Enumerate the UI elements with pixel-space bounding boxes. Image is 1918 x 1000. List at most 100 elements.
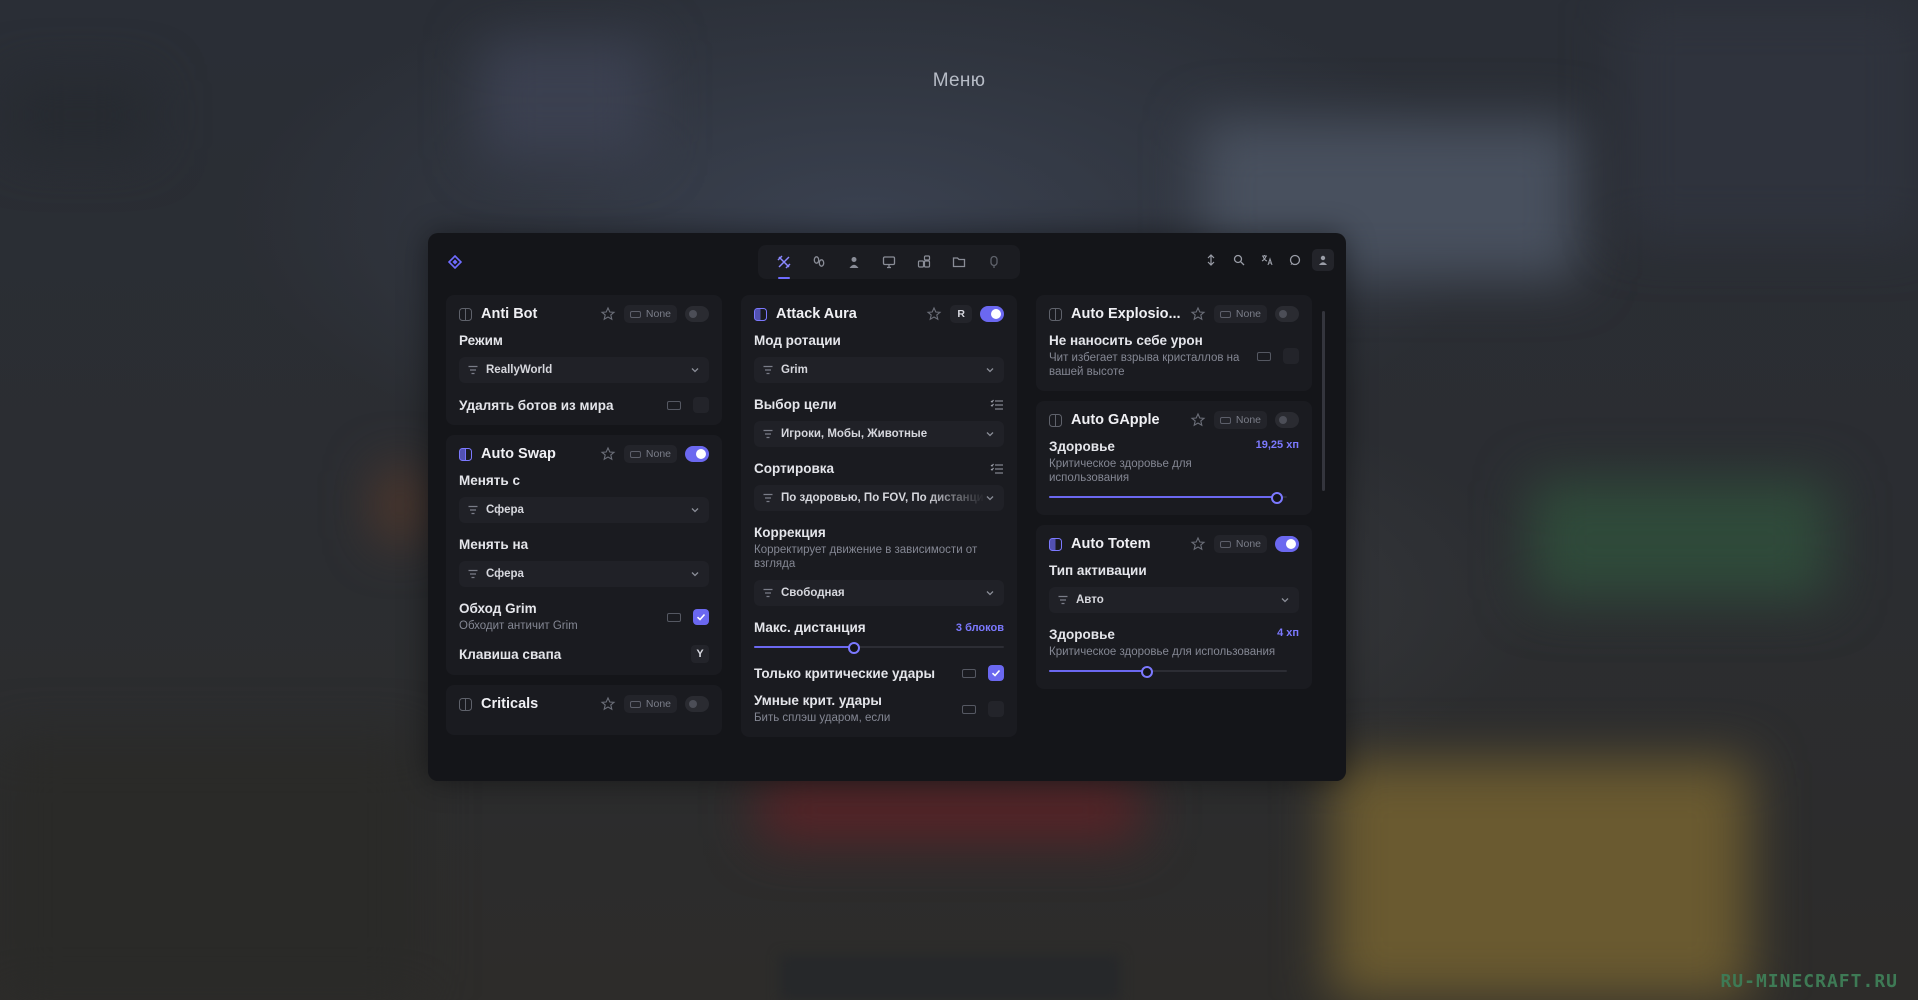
keyboard-icon — [1257, 351, 1271, 361]
keybind-button[interactable]: None — [623, 305, 677, 323]
grim-bypass-checkbox[interactable] — [693, 609, 709, 625]
setting-label: Мод ротации — [754, 333, 841, 348]
favorite-star-icon[interactable] — [600, 446, 616, 462]
target-dropdown[interactable]: Игроки, Мобы, Животные — [754, 421, 1004, 447]
module-state-icon — [1049, 537, 1062, 551]
health-slider[interactable] — [1049, 491, 1287, 504]
module-toggle[interactable] — [685, 446, 709, 462]
mode-dropdown[interactable]: ReallyWorld — [459, 357, 709, 383]
distance-value: 3 блоков — [955, 621, 1004, 634]
keyboard-icon — [1219, 540, 1231, 548]
module-name[interactable]: Auto Swap — [481, 446, 600, 462]
chevron-down-icon — [986, 432, 994, 437]
filter-icon — [1058, 595, 1068, 605]
module-state-icon — [1049, 413, 1062, 427]
chevron-down-icon — [1281, 598, 1289, 603]
filter-icon — [468, 569, 478, 579]
favorite-star-icon[interactable] — [1190, 536, 1206, 552]
keyboard-icon — [629, 450, 641, 458]
module-card-criticals: Criticals None — [446, 685, 722, 735]
slider-knob[interactable] — [848, 642, 860, 654]
player-icon[interactable] — [842, 250, 866, 274]
distance-slider[interactable] — [754, 641, 1004, 654]
module-column-1: Anti Bot None Режим ReallyWorld Удалять … — [446, 295, 722, 745]
module-card-auto-explosion: Auto Explosio... None Не наносить себе у… — [1036, 295, 1312, 391]
keybind-button[interactable]: R — [950, 305, 972, 323]
module-toggle[interactable] — [1275, 412, 1299, 428]
profile-icon[interactable] — [1312, 249, 1334, 271]
setting-description: Бить сплэш ударом, если — [754, 712, 891, 724]
slider-knob[interactable] — [1140, 666, 1153, 678]
search-icon[interactable] — [1228, 249, 1250, 271]
folder-icon[interactable] — [947, 250, 971, 274]
keyboard-icon — [667, 400, 681, 410]
module-state-icon — [459, 307, 472, 321]
multiselect-icon — [990, 463, 1003, 474]
setting-label: Здоровье — [1049, 627, 1115, 642]
setting-label: Сортировка — [754, 461, 835, 476]
only-crits-checkbox[interactable] — [988, 665, 1004, 681]
scrollbar[interactable] — [1322, 311, 1325, 491]
module-name[interactable]: Auto Totem — [1071, 536, 1190, 552]
movement-icon[interactable] — [807, 250, 831, 274]
setting-description: Критическое здоровье для использования — [1049, 458, 1192, 484]
render-icon[interactable] — [877, 250, 901, 274]
setting-label: Режим — [459, 333, 503, 348]
module-name[interactable]: Criticals — [481, 696, 600, 712]
rotation-dropdown[interactable]: Grim — [754, 357, 1004, 383]
setting-label: Клавиша свапа — [459, 646, 562, 662]
module-card-auto-gapple: Auto GApple None Здоровье Критическое зд… — [1036, 401, 1312, 515]
keyboard-icon — [1219, 416, 1231, 424]
slider-knob[interactable] — [1271, 492, 1284, 504]
module-toggle[interactable] — [685, 696, 709, 712]
favorite-star-icon[interactable] — [600, 306, 616, 322]
keybind-button[interactable]: None — [1213, 305, 1267, 323]
favorite-star-icon[interactable] — [1190, 412, 1206, 428]
favorite-star-icon[interactable] — [1190, 306, 1206, 322]
module-name[interactable]: Auto Explosio... — [1071, 306, 1190, 322]
toolbar — [1200, 249, 1334, 271]
sort-dropdown[interactable]: По здоровью, По FOV, По дистанции — [754, 485, 1004, 511]
script-icon[interactable] — [982, 250, 1006, 274]
client-menu-panel: Anti Bot None Режим ReallyWorld Удалять … — [428, 233, 1346, 781]
chat-icon[interactable] — [1284, 249, 1306, 271]
filter-icon — [763, 588, 773, 598]
smart-crits-checkbox[interactable] — [988, 701, 1004, 717]
swap-key-button[interactable]: Y — [691, 645, 709, 663]
setting-label: Умные крит. удары — [754, 693, 882, 708]
keybind-button[interactable]: None — [1213, 535, 1267, 553]
setting-label: Менять на — [459, 537, 529, 552]
correction-dropdown[interactable]: Свободная — [754, 580, 1004, 606]
module-column-3: Auto Explosio... None Не наносить себе у… — [1036, 295, 1312, 699]
client-logo-icon — [448, 255, 462, 269]
module-toggle[interactable] — [1275, 306, 1299, 322]
checkmark-icon — [991, 669, 1001, 677]
remove-bots-checkbox[interactable] — [693, 397, 709, 413]
module-column-2: Attack Aura R Мод ротации Grim Выбор цел… — [741, 295, 1017, 747]
activation-dropdown[interactable]: Авто — [1049, 587, 1299, 613]
favorite-star-icon[interactable] — [926, 306, 942, 322]
swap-from-dropdown[interactable]: Сфера — [459, 497, 709, 523]
misc-icon[interactable] — [912, 250, 936, 274]
favorite-star-icon[interactable] — [600, 696, 616, 712]
module-toggle[interactable] — [980, 306, 1004, 322]
keyboard-icon — [629, 310, 641, 318]
health-slider[interactable] — [1049, 665, 1287, 678]
setting-label: Менять с — [459, 473, 520, 488]
swap-to-dropdown[interactable]: Сфера — [459, 561, 709, 587]
module-toggle[interactable] — [1275, 536, 1299, 552]
translate-icon[interactable] — [1256, 249, 1278, 271]
no-self-damage-checkbox[interactable] — [1283, 348, 1299, 364]
module-name[interactable]: Anti Bot — [481, 306, 600, 322]
keybind-button[interactable]: None — [623, 445, 677, 463]
chevron-down-icon — [691, 572, 699, 577]
module-toggle[interactable] — [685, 306, 709, 322]
filter-icon — [763, 365, 773, 375]
module-name[interactable]: Auto GApple — [1071, 412, 1190, 428]
keybind-button[interactable]: None — [1213, 411, 1267, 429]
chevron-down-icon — [691, 368, 699, 373]
module-name[interactable]: Attack Aura — [776, 306, 926, 322]
keybind-button[interactable]: None — [623, 695, 677, 713]
sort-icon[interactable] — [1200, 249, 1222, 271]
combat-icon[interactable] — [772, 250, 796, 279]
